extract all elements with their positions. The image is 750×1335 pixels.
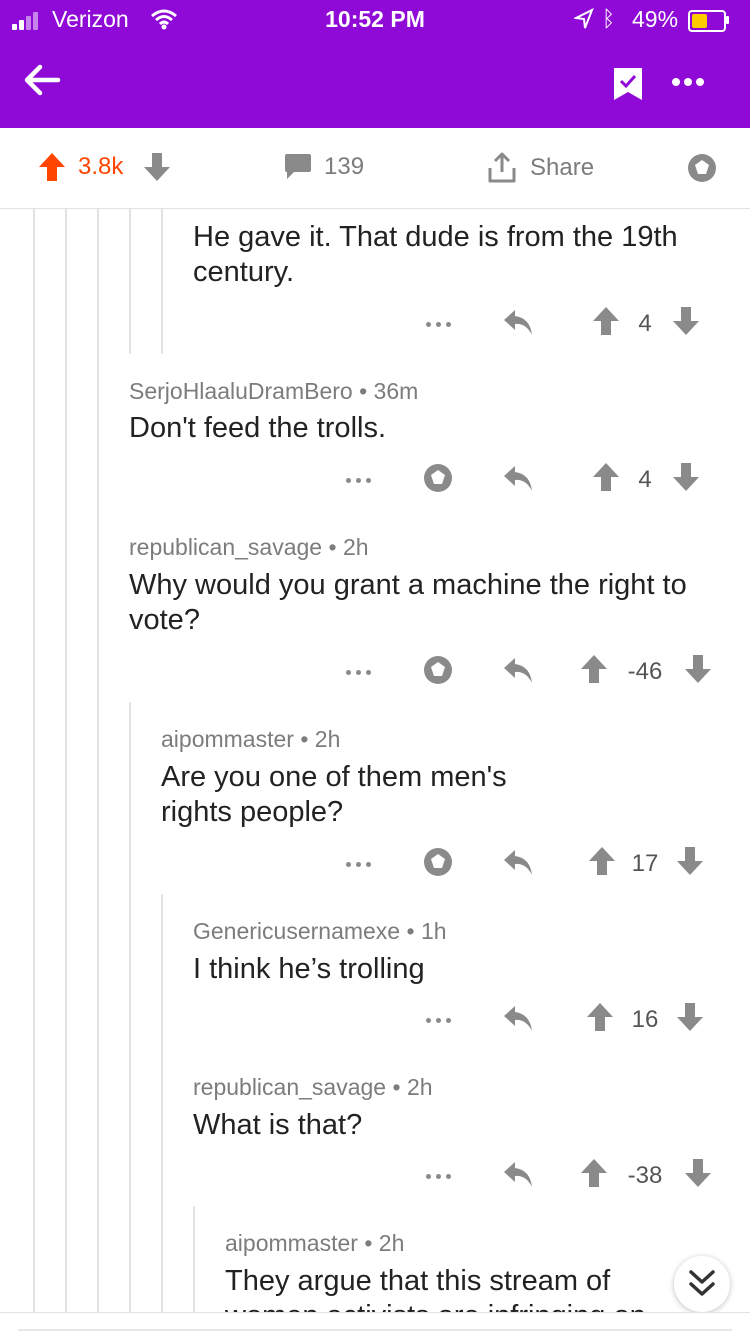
thread-line[interactable] <box>129 702 131 1312</box>
thread-line[interactable] <box>97 208 99 1312</box>
share-button[interactable]: Share <box>486 152 594 184</box>
downvote-icon[interactable] <box>672 462 700 492</box>
comment-body: Are you one of them men's rights people? <box>161 761 507 828</box>
post-action-bar: 3.8k 139 Share <box>0 128 750 209</box>
comment-body: He gave it. That dude is from the 19th c… <box>193 221 678 288</box>
comment-score: -38 <box>627 1162 663 1189</box>
comment-meta: SerjoHlaaluDramBero • 36m <box>129 378 419 404</box>
comment-score: 4 <box>638 310 652 337</box>
upvote-icon[interactable] <box>586 1002 614 1032</box>
comment-meta: republican_savage • 2h <box>193 1074 433 1100</box>
comment-meta: Genericusernamexe • 1h <box>193 918 447 944</box>
upvote-icon[interactable] <box>592 306 620 336</box>
more-dots-icon[interactable] <box>426 1174 452 1180</box>
upvote-icon[interactable] <box>38 152 66 182</box>
comment-score: 17 <box>631 850 659 877</box>
comment-actions: 4 <box>420 306 720 342</box>
thread-line[interactable] <box>161 894 163 1312</box>
comment-bubble-icon <box>285 154 311 179</box>
arrow-left-icon[interactable] <box>22 60 62 100</box>
battery-icon <box>688 10 726 32</box>
comment-actions: -46 <box>344 654 734 690</box>
reply-icon[interactable] <box>502 308 534 338</box>
comment-author[interactable]: republican_savage <box>193 1074 386 1100</box>
comment-score: 4 <box>638 466 652 493</box>
comment-actions: 17 <box>344 846 734 882</box>
bottom-bar <box>0 1312 750 1335</box>
comment-body: Don't feed the trolls. <box>129 412 387 444</box>
share-label: Share <box>530 154 595 181</box>
comment-score: -46 <box>627 658 663 685</box>
more-dots-icon[interactable] <box>346 670 372 676</box>
comment-meta: republican_savage • 2h <box>129 534 369 560</box>
thread-line[interactable] <box>193 1206 195 1312</box>
comment-age: 36m <box>373 378 419 404</box>
comment-meta: aipommaster • 2h <box>161 726 341 752</box>
downvote-icon[interactable] <box>143 152 171 182</box>
comment-age: 1h <box>420 918 447 944</box>
comment-count: 139 <box>324 153 365 180</box>
status-bar: Verizon 10:52 PM ᛒ 49% <box>0 0 750 40</box>
post-vote: 3.8k <box>38 152 171 182</box>
downvote-icon[interactable] <box>676 846 704 876</box>
comment-body: They argue that this stream of women act… <box>225 1265 646 1312</box>
thread-line[interactable] <box>129 208 131 354</box>
downvote-icon[interactable] <box>672 306 700 336</box>
comment-age: 2h <box>314 726 341 752</box>
more-dots-icon[interactable] <box>346 862 372 868</box>
downvote-icon[interactable] <box>676 1002 704 1032</box>
reply-icon[interactable] <box>502 1004 534 1034</box>
reply-icon[interactable] <box>502 464 534 494</box>
downvote-icon[interactable] <box>684 1158 712 1188</box>
comment-actions: 4 <box>344 462 724 498</box>
comment-body: I think he’s trolling <box>193 953 425 985</box>
share-icon <box>488 152 516 183</box>
thread-line[interactable] <box>33 208 35 1312</box>
reply-icon[interactable] <box>502 848 534 878</box>
more-dots-icon[interactable] <box>426 322 452 328</box>
upvote-icon[interactable] <box>580 1158 608 1188</box>
award-icon[interactable] <box>422 462 454 494</box>
post-score: 3.8k <box>78 153 124 180</box>
battery-percent: 49% <box>632 6 679 32</box>
comment-actions: -38 <box>420 1158 720 1194</box>
more-dots-icon[interactable] <box>426 1018 452 1024</box>
comment-body: What is that? <box>193 1109 363 1141</box>
app-header: Verizon 10:52 PM ᛒ 49% <box>0 0 750 128</box>
comment-author[interactable]: SerjoHlaaluDramBero <box>129 378 353 404</box>
reply-icon[interactable] <box>502 656 534 686</box>
chevron-double-down-icon <box>689 1270 715 1296</box>
bluetooth-icon: ᛒ <box>602 6 616 31</box>
comment-author[interactable]: aipommaster <box>161 726 294 752</box>
comment-age: 2h <box>406 1074 433 1100</box>
jump-next-comment-button[interactable] <box>674 1256 730 1312</box>
more-dots-icon[interactable] <box>346 478 372 484</box>
award-icon[interactable] <box>422 846 454 878</box>
comment-body: Why would you grant a machine the right … <box>129 569 687 636</box>
more-dots-icon[interactable] <box>672 78 708 89</box>
comment-actions: 16 <box>420 1002 720 1038</box>
comment-meta: aipommaster • 2h <box>225 1230 405 1256</box>
comment-author[interactable]: aipommaster <box>225 1230 358 1256</box>
comment-age: 2h <box>342 534 369 560</box>
comments-button[interactable]: 139 <box>284 152 364 182</box>
downvote-icon[interactable] <box>684 654 712 684</box>
upvote-icon[interactable] <box>580 654 608 684</box>
upvote-icon[interactable] <box>592 462 620 492</box>
bookmark-check-icon[interactable] <box>612 66 644 102</box>
comment-author[interactable]: Genericusernamexe <box>193 918 400 944</box>
thread-line[interactable] <box>161 208 163 354</box>
thread-line[interactable] <box>65 208 67 1312</box>
award-icon[interactable] <box>422 654 454 686</box>
comment-age: 2h <box>378 1230 405 1256</box>
award-icon[interactable] <box>686 152 718 184</box>
comment-score: 16 <box>631 1006 659 1033</box>
location-arrow-icon <box>574 8 594 29</box>
comment-author[interactable]: republican_savage <box>129 534 322 560</box>
reply-icon[interactable] <box>502 1160 534 1190</box>
upvote-icon[interactable] <box>588 846 616 876</box>
